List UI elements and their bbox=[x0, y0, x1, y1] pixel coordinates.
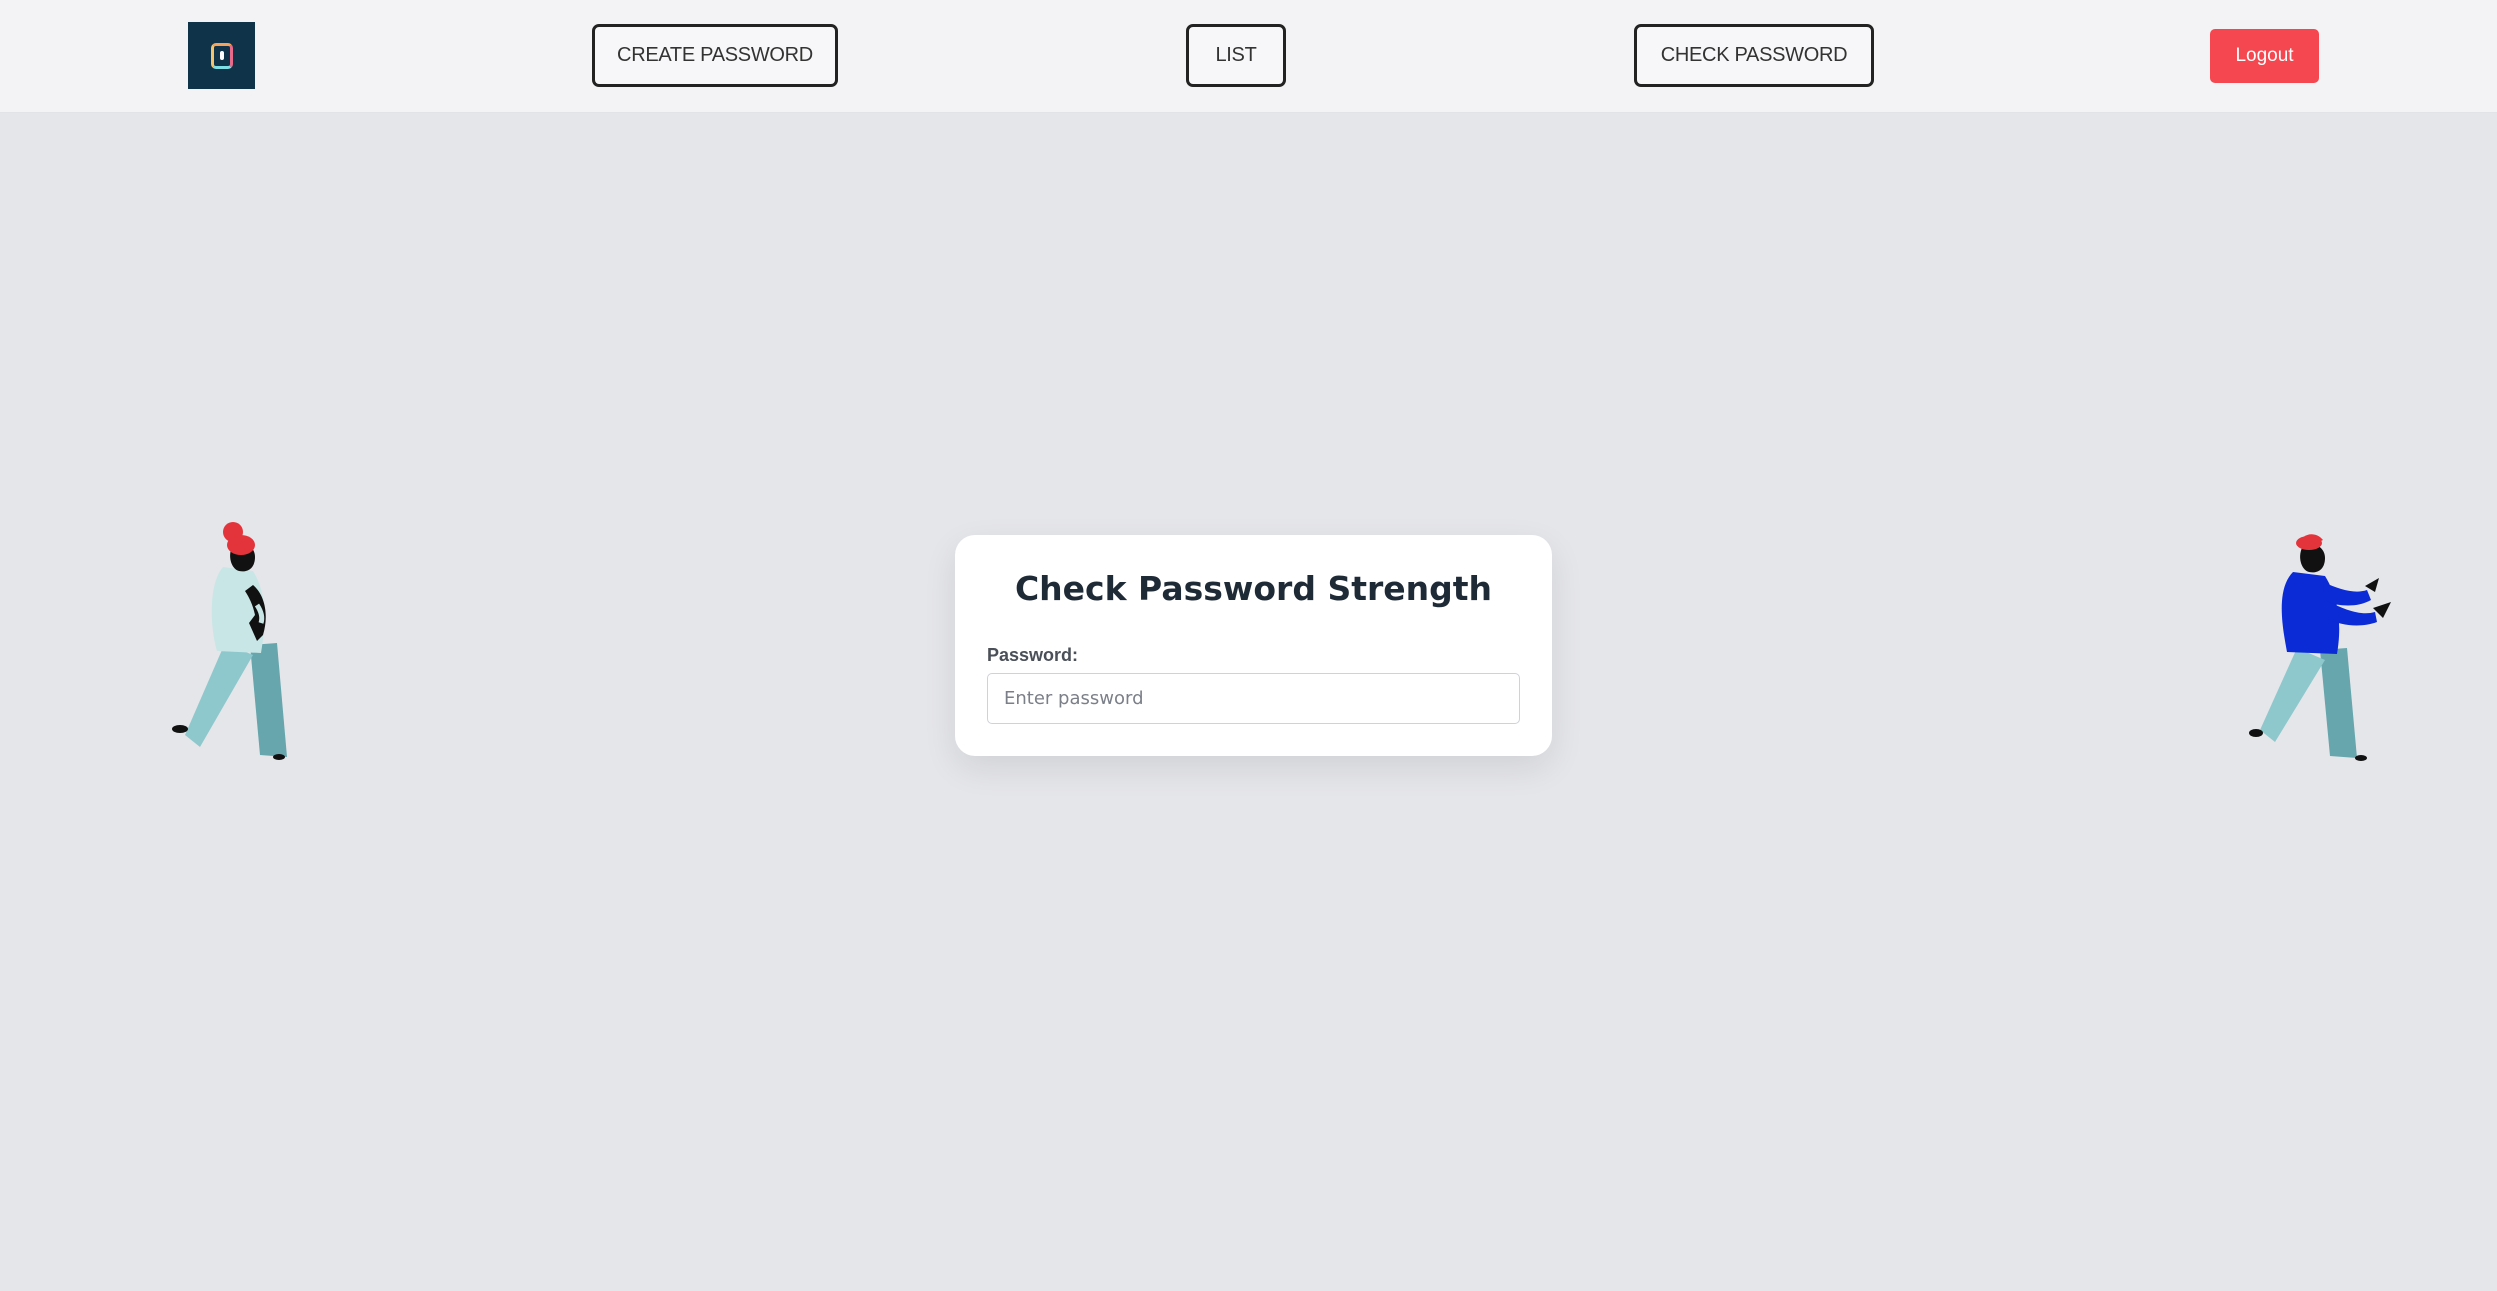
check-password-card: Check Password Strength Password: bbox=[955, 535, 1552, 756]
keyhole-lock-icon bbox=[210, 42, 233, 69]
list-button[interactable]: LIST bbox=[1186, 24, 1286, 87]
password-input[interactable] bbox=[987, 673, 1520, 724]
navbar: CREATE PASSWORD LIST CHECK PASSWORD Logo… bbox=[0, 0, 2497, 113]
check-password-button[interactable]: CHECK PASSWORD bbox=[1634, 24, 1874, 87]
walking-person-illustration-left bbox=[172, 522, 287, 760]
create-password-button[interactable]: CREATE PASSWORD bbox=[592, 24, 838, 87]
walking-person-illustration-right bbox=[2249, 534, 2391, 761]
password-label: Password: bbox=[987, 645, 1079, 665]
card-title: Check Password Strength bbox=[1014, 569, 1493, 608]
app-logo[interactable] bbox=[188, 22, 255, 89]
logout-button[interactable]: Logout bbox=[2210, 29, 2319, 83]
